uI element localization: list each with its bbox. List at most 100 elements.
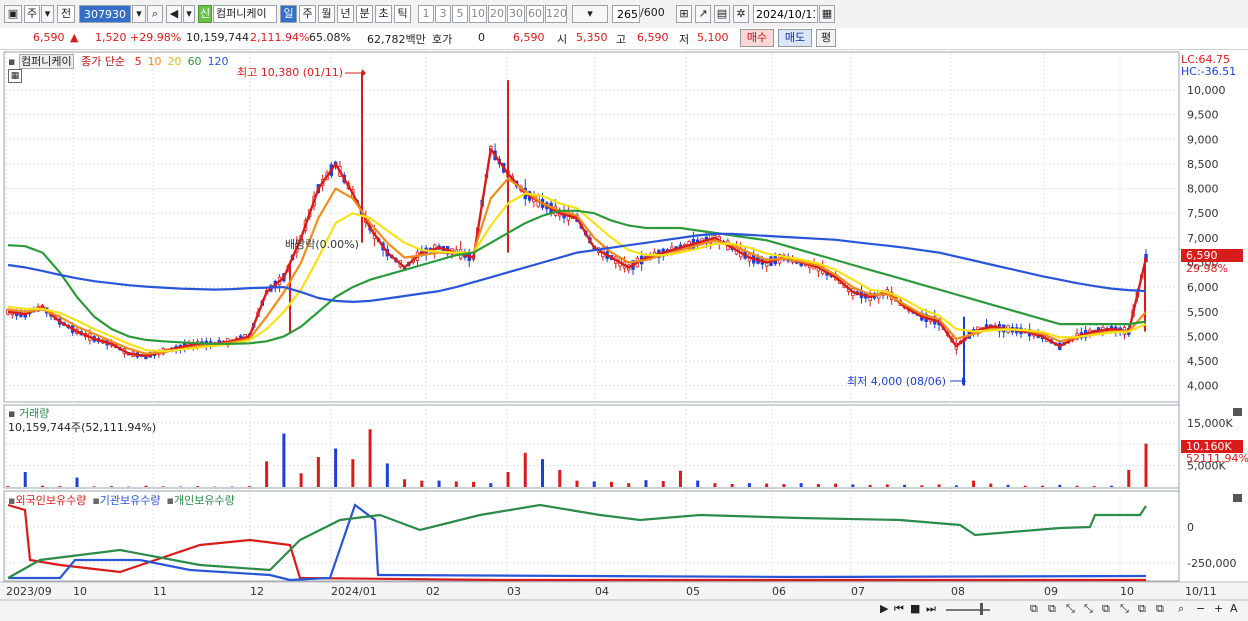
volume-bar [144, 485, 148, 487]
volume-bar [454, 481, 458, 487]
volume-bar [437, 480, 441, 487]
volume-bar [972, 480, 976, 487]
scroll-last-icon[interactable]: ⏭ [926, 602, 936, 616]
hc-label: HC:-36.51 [1181, 65, 1236, 78]
zoom-in-icon[interactable]: + [1214, 602, 1223, 615]
holding-legend-2: 개인보유수량 [173, 494, 235, 507]
volume-bar [75, 477, 79, 487]
scroll-controls: ▶ ⏮ ■ ⏭ ⧉ ⧉ ⤡ ⤡ ⧉ ⤡ ⧉ ⧉ ⌕ − + A [880, 602, 1248, 618]
volume-bar [730, 484, 734, 487]
grid-toggle-icon[interactable]: ▦ [8, 69, 22, 83]
volume-bar [247, 486, 251, 487]
volume-bar [196, 486, 200, 487]
volume-bar [696, 480, 700, 487]
ma-legend-5: 5 [134, 55, 142, 68]
low-marker: 최저 4,000 (08/06) [847, 375, 946, 388]
zoom-search-icon[interactable]: ⌕ [1178, 602, 1184, 616]
volume-bar [661, 481, 665, 487]
volume-bar [868, 484, 872, 487]
tool-icon-1[interactable]: ⧉ [1030, 602, 1038, 616]
x-tick-label: 11 [153, 585, 167, 598]
volume-bar [765, 483, 769, 487]
x-tick-label: 08 [951, 585, 965, 598]
holding-panel-legend: ▪외국인보유수량 ▪기관보유수량 ▪개인보유수량 [8, 492, 235, 508]
tool-icon-8[interactable]: ⧉ [1156, 602, 1164, 616]
scroll-first-icon[interactable]: ⏮ [894, 602, 904, 616]
volume-bar [506, 472, 510, 487]
legend-dot-icon: ▪ [8, 55, 16, 68]
ma-legend-120: 120 [207, 55, 229, 68]
x-tick-label: 06 [772, 585, 786, 598]
price-panel-title[interactable]: 컴퍼니케이 [18, 54, 74, 69]
x-tick-label: 04 [595, 585, 609, 598]
zoom-slider-track[interactable] [946, 609, 990, 611]
volume-bar [885, 484, 889, 487]
last-pct-tag-text: 29.98% [1186, 262, 1228, 275]
volume-bar [954, 485, 958, 487]
price-y-tick: 9,000 [1187, 133, 1219, 146]
ma-legend-20: 20 [167, 55, 182, 68]
volume-bar [799, 483, 803, 487]
price-y-tick: 5,000 [1187, 330, 1219, 343]
ma-legend-10: 10 [147, 55, 162, 68]
volume-bar [1023, 485, 1027, 487]
volume-panel-close-icon[interactable] [1233, 408, 1242, 416]
volume-bar [1075, 485, 1079, 487]
volume-bar [1006, 484, 1010, 487]
last-price-tag-text: 6,590 [1186, 249, 1218, 262]
volume-bar [851, 484, 855, 487]
price-y-tick: 4,000 [1187, 380, 1219, 393]
x-tick-label: 10 [1120, 585, 1134, 598]
volume-bar [299, 473, 303, 487]
x-tick-label: 07 [851, 585, 865, 598]
tool-icon-7[interactable]: ⧉ [1138, 602, 1146, 616]
volume-bar [989, 483, 993, 487]
price-y-tick: 4,500 [1187, 355, 1219, 368]
price-panel-legend: ▪ 컴퍼니케이 종가 단순 5 10 20 60 120 [8, 53, 229, 69]
holding-legend-1: 기관보유수량 [99, 494, 161, 507]
x-tick-label: 12 [250, 585, 264, 598]
volume-bar [558, 469, 562, 487]
volume-bar [1041, 485, 1045, 487]
volume-bar [627, 483, 631, 487]
legend-dot-icon: ▪ [92, 494, 100, 507]
x-tick-label: 10 [73, 585, 87, 598]
volume-value: 10,159,744주(52,111.94%) [8, 421, 157, 434]
volume-bar [368, 429, 372, 487]
stock-chart[interactable]: 10,0009,5009,0008,5008,0007,5007,0006,50… [0, 0, 1248, 621]
tool-icon-6[interactable]: ⤡ [1120, 602, 1129, 616]
zoom-slider-thumb[interactable] [980, 603, 983, 615]
volume-bar [282, 433, 286, 487]
volume-bar [1127, 469, 1131, 487]
volume-bar [161, 486, 165, 487]
holding-panel-close-icon[interactable] [1233, 494, 1242, 502]
text-tool-icon[interactable]: A [1230, 602, 1238, 615]
volume-y-tick: 15,000K [1187, 417, 1233, 430]
price-y-tick: 8,500 [1187, 158, 1219, 171]
dividend-marker: 배당락(0.00%) [285, 238, 359, 251]
volume-bar [592, 481, 596, 487]
x-tick-label: 02 [426, 585, 440, 598]
ma-legend-60: 60 [187, 55, 202, 68]
price-y-tick: 7,500 [1187, 207, 1219, 220]
volume-bar [782, 484, 786, 487]
volume-bar [816, 484, 820, 487]
scroll-right-icon[interactable]: ▶ [880, 602, 888, 615]
tool-icon-2[interactable]: ⧉ [1048, 602, 1056, 616]
volume-bar [747, 483, 751, 487]
volume-panel [3, 404, 1180, 489]
stop-icon[interactable]: ■ [910, 602, 920, 615]
holding-legend-0: 외국인보유수량 [15, 494, 87, 507]
tool-icon-5[interactable]: ⧉ [1102, 602, 1110, 616]
x-tick-label: 09 [1044, 585, 1058, 598]
legend-dot-icon: ▪ [166, 494, 174, 507]
volume-bar [351, 459, 355, 487]
volume-bar [6, 486, 10, 487]
x-tick-label: 10/11 [1185, 585, 1217, 598]
tool-icon-3[interactable]: ⤡ [1066, 602, 1075, 616]
volume-bar [1058, 484, 1062, 487]
tool-icon-4[interactable]: ⤡ [1084, 602, 1093, 616]
volume-bar [23, 472, 27, 487]
zoom-out-icon[interactable]: − [1196, 602, 1205, 615]
price-y-tick: 10,000 [1187, 84, 1226, 97]
